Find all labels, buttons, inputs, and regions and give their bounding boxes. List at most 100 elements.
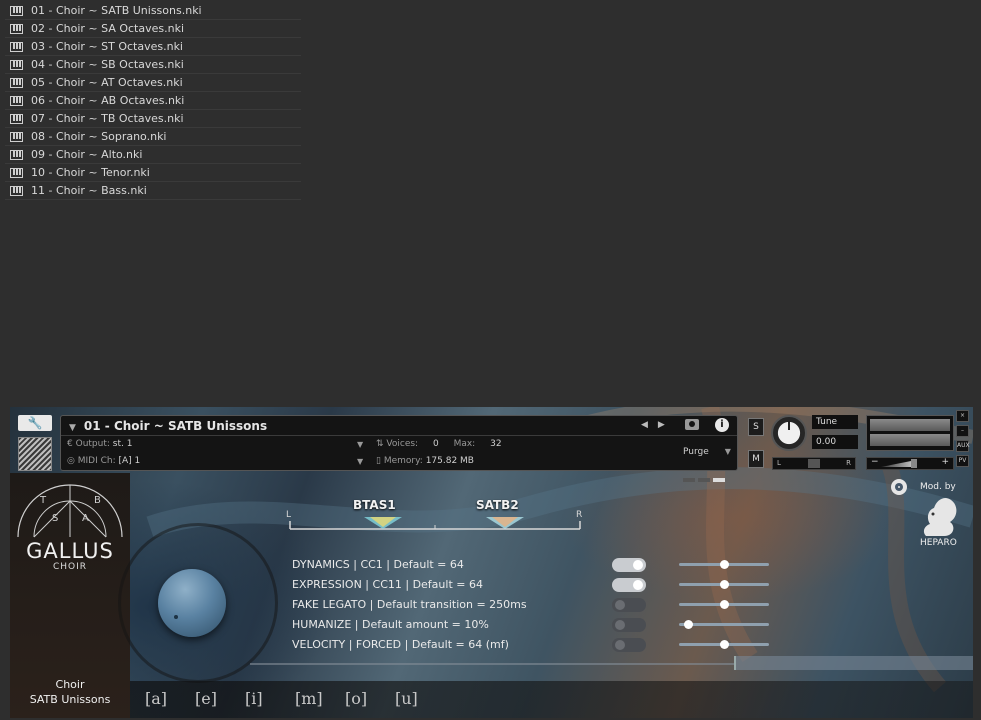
purge-menu[interactable]: Purge ▼ (683, 447, 731, 457)
piano-keys-icon (10, 41, 23, 52)
voices-icon: ⇅ (376, 439, 384, 449)
mod-by-label: Mod. by (920, 482, 956, 492)
control-slider[interactable] (679, 620, 769, 629)
camera-icon[interactable] (685, 419, 699, 430)
control-label: EXPRESSION | CC11 | Default = 64 (292, 578, 483, 591)
logo-letter: B (94, 495, 101, 506)
purge-indicator (683, 467, 731, 482)
slider-handle[interactable] (684, 620, 693, 629)
file-name: 08 - Choir ~ Soprano.nki (31, 130, 167, 143)
main-knob[interactable] (158, 569, 226, 637)
close-button[interactable]: × (956, 410, 969, 422)
piano-keys-icon (10, 77, 23, 88)
info-icon[interactable]: i (715, 418, 729, 432)
vowel-button[interactable]: [o] (345, 689, 367, 708)
pan-handle[interactable] (808, 459, 820, 468)
wrench-button[interactable]: 🔧 (18, 415, 52, 431)
pan-scale-left: L (286, 510, 291, 520)
file-list-item[interactable]: 01 - Choir ~ SATB Unissons.nki (5, 2, 301, 20)
gear-icon[interactable] (891, 479, 907, 495)
side-buttons: × – AUX PV (956, 410, 970, 470)
brand-column: T B S A GALLUS CHOIR Choir SATB Unissons (10, 473, 130, 718)
file-list-item[interactable]: 09 - Choir ~ Alto.nki (5, 146, 301, 164)
file-name: 05 - Choir ~ AT Octaves.nki (31, 76, 183, 89)
collapse-caret-icon[interactable]: ▼ (69, 423, 76, 433)
slider-handle[interactable] (720, 640, 729, 649)
stereo-pan-scale[interactable]: L R (286, 507, 586, 537)
memory-icon: ▯ (376, 456, 381, 466)
output-selector[interactable]: € Output: st. 1 (67, 439, 132, 449)
instrument-header: ▼ 01 - Choir ~ SATB Unissons ◀▶ i € Outpu… (60, 415, 738, 482)
piano-keys-icon (10, 185, 23, 196)
file-name: 09 - Choir ~ Alto.nki (31, 148, 143, 161)
midi-icon: ◎ (67, 456, 75, 466)
solo-button[interactable]: S (748, 418, 764, 436)
group2-label: SATB2 (476, 498, 519, 512)
vowel-button[interactable]: [a] (145, 689, 167, 708)
position-bar[interactable] (734, 656, 973, 670)
control-label: FAKE LEGATO | Default transition = 250ms (292, 598, 527, 611)
file-list-item[interactable]: 05 - Choir ~ AT Octaves.nki (5, 74, 301, 92)
file-name: 10 - Choir ~ Tenor.nki (31, 166, 150, 179)
minimize-button[interactable]: – (956, 425, 969, 437)
volume-slider[interactable]: − + (866, 457, 954, 470)
midi-channel-selector[interactable]: ◎ MIDI Ch: [A] 1 (67, 456, 140, 466)
control-label: HUMANIZE | Default amount = 10% (292, 618, 489, 631)
tune-label: Tune (812, 415, 858, 429)
vowel-button[interactable]: [e] (195, 689, 217, 708)
file-name: 02 - Choir ~ SA Octaves.nki (31, 22, 185, 35)
volume-handle[interactable] (911, 459, 917, 468)
piano-keys-icon (10, 5, 23, 16)
instrument-name[interactable]: ▼ 01 - Choir ~ SATB Unissons (69, 419, 267, 433)
slider-handle[interactable] (720, 600, 729, 609)
brand-title: GALLUS (26, 539, 114, 563)
file-list-item[interactable]: 03 - Choir ~ ST Octaves.nki (5, 38, 301, 56)
pv-button[interactable]: PV (956, 455, 969, 467)
slider-handle[interactable] (720, 580, 729, 589)
output-icon: € (67, 439, 73, 449)
control-toggle[interactable] (612, 598, 646, 612)
level-meter (866, 415, 954, 451)
vowel-button[interactable]: [u] (395, 689, 418, 708)
pan-slider[interactable]: L R (772, 457, 856, 470)
control-toggle[interactable] (612, 618, 646, 632)
control-slider[interactable] (679, 580, 769, 589)
instrument-nav-arrows[interactable]: ◀▶ (641, 420, 675, 430)
piano-keys-icon (10, 149, 23, 160)
mute-button[interactable]: M (748, 450, 764, 468)
midi-dropdown-icon[interactable]: ▼ (357, 457, 363, 466)
vowel-button[interactable]: [i] (245, 689, 263, 708)
group1-label: BTAS1 (353, 498, 396, 512)
file-list-item[interactable]: 07 - Choir ~ TB Octaves.nki (5, 110, 301, 128)
control-toggle[interactable] (612, 578, 646, 592)
aux-button[interactable]: AUX (956, 440, 970, 452)
file-list-item[interactable]: 11 - Choir ~ Bass.nki (5, 182, 301, 200)
tune-knob[interactable] (771, 415, 807, 451)
track-line (250, 663, 736, 665)
control-label: VELOCITY | FORCED | Default = 64 (mf) (292, 638, 509, 651)
control-slider[interactable] (679, 600, 769, 609)
file-name: 07 - Choir ~ TB Octaves.nki (31, 112, 184, 125)
file-list-item[interactable]: 08 - Choir ~ Soprano.nki (5, 128, 301, 146)
file-list-item[interactable]: 02 - Choir ~ SA Octaves.nki (5, 20, 301, 38)
squirrel-icon (923, 498, 957, 536)
file-list-item[interactable]: 06 - Choir ~ AB Octaves.nki (5, 92, 301, 110)
tune-value[interactable]: 0.00 (812, 435, 858, 449)
output-dropdown-icon[interactable]: ▼ (357, 440, 363, 449)
piano-keys-icon (10, 95, 23, 106)
control-slider[interactable] (679, 560, 769, 569)
brand-subtitle: CHOIR (52, 562, 88, 572)
instrument-panel: 🔧 ▼ 01 - Choir ~ SATB Unissons ◀▶ i € Out… (10, 407, 973, 718)
control-slider[interactable] (679, 640, 769, 649)
file-list-item[interactable]: 10 - Choir ~ Tenor.nki (5, 164, 301, 182)
control-toggle[interactable] (612, 558, 646, 572)
purge-dropdown-icon: ▼ (724, 447, 731, 456)
slider-handle[interactable] (720, 560, 729, 569)
control-toggle[interactable] (612, 638, 646, 652)
file-name: 11 - Choir ~ Bass.nki (31, 184, 147, 197)
instrument-thumbnail[interactable] (18, 437, 52, 471)
vowel-button[interactable]: [m] (295, 689, 323, 708)
file-list-item[interactable]: 04 - Choir ~ SB Octaves.nki (5, 56, 301, 74)
voices-display: ⇅ Voices: 0 Max: 32 (376, 439, 502, 449)
control-row: VELOCITY | FORCED | Default = 64 (mf) (292, 637, 772, 653)
